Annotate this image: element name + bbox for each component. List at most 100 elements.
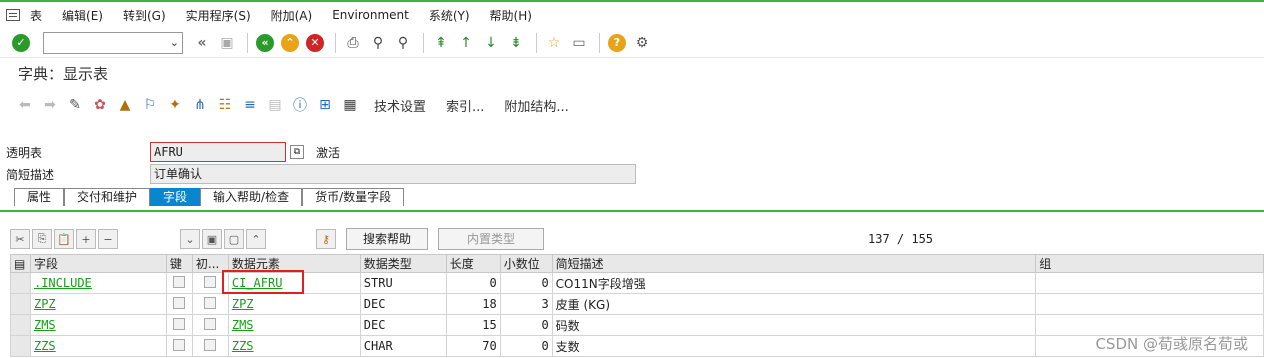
key-checkbox[interactable] [173, 275, 186, 288]
scroll-down-icon[interactable]: ⌄ [180, 229, 200, 249]
menu-item-help[interactable]: 帮助(H) [490, 7, 532, 24]
copy-icon[interactable]: ⧉ [290, 145, 304, 159]
col-header-short-desc[interactable]: 简短描述 [551, 254, 1037, 273]
row-selector[interactable] [10, 293, 31, 315]
field-cell[interactable]: ZMS [29, 314, 167, 336]
menu-item-table[interactable]: 表 [30, 7, 42, 24]
row-selector[interactable] [10, 272, 31, 294]
col-header-key[interactable]: 键 [165, 254, 193, 273]
gear-icon[interactable]: ⚙ [631, 32, 653, 54]
row-selector[interactable] [10, 335, 31, 357]
double-left-icon[interactable]: « [191, 32, 213, 54]
structure-icon[interactable]: ⊞ [314, 94, 336, 116]
element-cell[interactable]: ZPZ [227, 293, 361, 315]
field-cell[interactable]: .INCLUDE [29, 272, 167, 294]
field-cell[interactable]: ZPZ [29, 293, 167, 315]
menu-item-goto[interactable]: 转到(G) [123, 7, 166, 24]
element-cell[interactable]: ZMS [227, 314, 361, 336]
list-icon[interactable]: ≡ [239, 94, 261, 116]
table-name-field[interactable]: AFRU [150, 142, 286, 162]
field-cell[interactable]: ZZS [29, 335, 167, 357]
col-header-decimals[interactable]: 小数位 [499, 254, 553, 273]
element-link[interactable]: ZMS [232, 318, 254, 332]
next-page-icon[interactable]: ↓ [480, 32, 502, 54]
magic-wand-icon[interactable]: ✦ [164, 94, 186, 116]
arrow-right-icon[interactable]: ➡ [39, 94, 61, 116]
element-link[interactable]: ZZS [232, 339, 254, 353]
indexes-button[interactable]: 索引... [446, 96, 484, 115]
tab-currency[interactable]: 货币/数量字段 [302, 188, 405, 206]
cancel-icon[interactable]: ✕ [304, 32, 326, 54]
deselect-icon[interactable]: ▢ [224, 229, 244, 249]
cut-icon[interactable]: ✂ [10, 229, 30, 249]
new-session-icon[interactable]: ☆ [543, 32, 565, 54]
menu-item-system[interactable]: 系统(Y) [429, 7, 470, 24]
find-icon[interactable]: ⚲ [367, 32, 389, 54]
select-all-icon[interactable]: ▣ [202, 229, 222, 249]
menu-item-edit[interactable]: 编辑(E) [62, 7, 103, 24]
tab-fields[interactable]: 字段 [150, 188, 201, 206]
scroll-up-icon[interactable]: ⌃ [246, 229, 266, 249]
builtin-type-button[interactable]: 内置类型 [438, 228, 545, 250]
back-icon[interactable]: « [254, 32, 276, 54]
element-link[interactable]: ZPZ [232, 297, 254, 311]
menu-icon[interactable] [6, 9, 20, 21]
key-checkbox[interactable] [173, 338, 186, 351]
display-change-icon[interactable]: ✎ [64, 94, 86, 116]
initial-checkbox[interactable] [204, 317, 217, 330]
key-icon[interactable]: ⚷ [316, 229, 336, 249]
arrow-left-icon[interactable]: ⬅ [14, 94, 36, 116]
field-link[interactable]: ZMS [34, 318, 56, 332]
command-field[interactable]: ⌄ [43, 31, 183, 54]
last-page-icon[interactable]: ⇟ [505, 32, 527, 54]
row-selector[interactable] [10, 314, 31, 336]
tab-attributes[interactable]: 属性 [14, 188, 65, 206]
check-icon[interactable]: ✿ [89, 94, 111, 116]
row-counter: 137 / 155 [868, 232, 934, 246]
initial-checkbox[interactable] [204, 296, 217, 309]
prev-page-icon[interactable]: ↑ [455, 32, 477, 54]
navigate-icon[interactable]: ⋔ [189, 94, 211, 116]
menu-item-environment[interactable]: Environment [332, 8, 409, 22]
initial-checkbox[interactable] [204, 338, 217, 351]
col-header-data-type[interactable]: 数据类型 [359, 254, 447, 273]
tab-delivery[interactable]: 交付和维护 [64, 188, 151, 206]
insert-row-icon[interactable]: + [76, 229, 96, 249]
tab-input-help[interactable]: 输入帮助/检查 [200, 188, 303, 206]
menu-item-utilities[interactable]: 实用程序(S) [186, 7, 251, 24]
exit-icon[interactable]: ⌃ [279, 32, 301, 54]
key-checkbox[interactable] [173, 296, 186, 309]
print-icon[interactable]: ⎙ [342, 32, 364, 54]
col-header-group[interactable]: 组 [1035, 254, 1264, 273]
append-structure-button[interactable]: 附加结构... [504, 96, 568, 115]
technical-settings-button[interactable]: 技术设置 [374, 96, 426, 115]
save-icon[interactable]: ▣ [216, 32, 238, 54]
activate-icon[interactable]: ▲ [114, 94, 136, 116]
where-used-icon[interactable]: ⚐ [139, 94, 161, 116]
col-header-length[interactable]: 长度 [445, 254, 501, 273]
info-icon[interactable]: ⓘ [289, 94, 311, 116]
field-link[interactable]: ZPZ [34, 297, 56, 311]
chevron-down-icon[interactable]: ⌄ [170, 36, 179, 49]
col-header-field[interactable]: 字段 [29, 254, 167, 273]
first-page-icon[interactable]: ⇞ [430, 32, 452, 54]
table-contents-icon[interactable]: ▦ [339, 94, 361, 116]
paste-icon[interactable]: 📋 [54, 229, 74, 249]
hierarchy-icon[interactable]: ☷ [214, 94, 236, 116]
field-link[interactable]: ZZS [34, 339, 56, 353]
enter-icon[interactable]: ✓ [10, 32, 32, 54]
delete-row-icon[interactable]: − [98, 229, 118, 249]
shortcut-icon[interactable]: ▭ [568, 32, 590, 54]
description-field[interactable]: 订单确认 [150, 164, 636, 184]
menu-item-extras[interactable]: 附加(A) [271, 7, 313, 24]
field-link[interactable]: .INCLUDE [34, 276, 92, 290]
frame-icon[interactable]: ▤ [264, 94, 286, 116]
key-checkbox[interactable] [173, 317, 186, 330]
copy-row-icon[interactable]: ⎘ [32, 229, 52, 249]
find-next-icon[interactable]: ⚲ [392, 32, 414, 54]
initial-checkbox[interactable] [204, 275, 217, 288]
search-help-button[interactable]: 搜索帮助 [346, 228, 429, 250]
select-all-cell[interactable]: ▤ [10, 254, 31, 273]
help-icon[interactable]: ? [606, 32, 628, 54]
element-cell[interactable]: ZZS [227, 335, 361, 357]
